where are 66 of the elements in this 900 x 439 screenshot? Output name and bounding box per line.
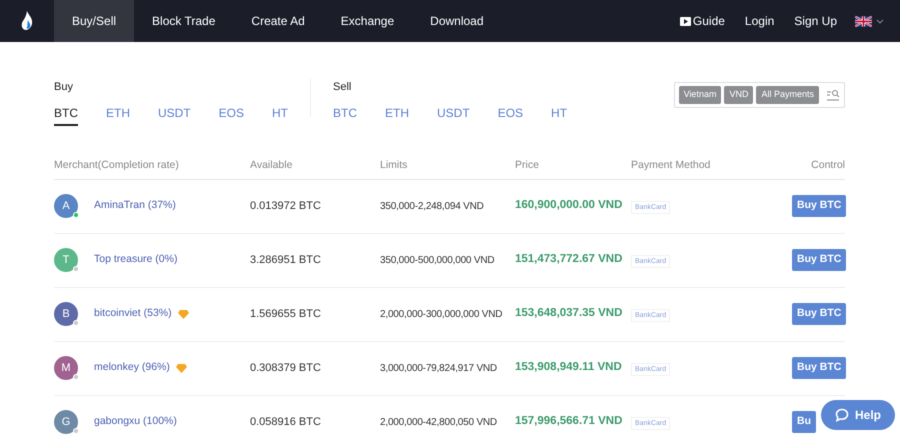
avatar: B <box>54 302 78 326</box>
buy-button[interactable]: Buy BTC <box>792 195 846 217</box>
sell-title: Sell <box>333 80 352 95</box>
flame-logo-icon <box>20 11 34 31</box>
coin-tab[interactable]: HT <box>551 104 568 124</box>
column-header: Payment Method <box>631 159 710 172</box>
nav-link[interactable]: Block Trade <box>134 0 234 42</box>
available-amount: 3.286951 BTC <box>250 254 321 266</box>
price: 151,473,772.67 VND <box>515 253 622 266</box>
guide-link[interactable]: Guide <box>670 0 735 42</box>
limits-range: 3,000,000-79,824,917 VND <box>380 362 497 374</box>
coin-tab[interactable]: BTC <box>54 104 78 126</box>
coin-tab[interactable]: EOS <box>218 104 244 126</box>
available-amount: 0.058916 BTC <box>250 416 321 428</box>
price: 153,648,037.35 VND <box>515 307 622 320</box>
coin-tab[interactable]: ETH <box>106 104 130 126</box>
merchant-link[interactable]: bitcoinviet (53%) <box>94 306 172 322</box>
avatar: G <box>54 410 78 434</box>
column-header: Available <box>250 159 292 172</box>
coin-tab[interactable]: USDT <box>158 104 191 126</box>
buy-button[interactable]: Buy BTC <box>792 303 846 325</box>
nav-link[interactable]: Exchange <box>322 0 412 42</box>
nav-link[interactable]: Buy/Sell <box>54 0 134 42</box>
play-icon <box>680 16 691 26</box>
coin-tab[interactable]: USDT <box>437 104 470 124</box>
nav-link[interactable]: Create Ad <box>233 0 323 42</box>
merchant-link[interactable]: AminaTran (37%) <box>94 198 176 214</box>
limits-range: 350,000-2,248,094 VND <box>380 200 484 212</box>
avatar: M <box>54 356 78 380</box>
limits-range: 2,000,000-300,000,000 VND <box>380 308 502 320</box>
coin-tab[interactable]: ETH <box>385 104 410 124</box>
price: 157,996,566.71 VND <box>515 415 622 428</box>
price: 160,900,000.00 VND <box>515 199 622 212</box>
avatar: A <box>54 194 78 218</box>
column-header: Merchant(Completion rate) <box>54 159 179 172</box>
merchant-link[interactable]: Top treasure (0%) <box>94 252 178 268</box>
price: 153,908,949.11 VND <box>515 361 622 374</box>
buy-button[interactable]: Buy BTC <box>792 249 846 271</box>
coin-tab[interactable]: EOS <box>498 104 524 124</box>
buy-button[interactable]: Bu <box>792 411 816 433</box>
column-header: Price <box>515 159 539 172</box>
merchant-link[interactable]: melonkey (96%) <box>94 360 170 376</box>
available-amount: 0.013972 BTC <box>250 200 321 212</box>
nav-link[interactable]: Download <box>412 0 502 42</box>
merchant-link[interactable]: gabongxu (100%) <box>94 414 177 430</box>
limits-range: 350,000-500,000,000 VND <box>380 254 494 266</box>
nav-link[interactable]: Login <box>734 0 784 42</box>
available-amount: 0.308379 BTC <box>250 362 321 374</box>
filter-chip[interactable]: VND <box>724 86 754 104</box>
flag-icon[interactable] <box>855 16 872 26</box>
avatar: T <box>54 248 78 272</box>
buy-button[interactable]: Buy BTC <box>792 357 846 379</box>
filter-chip[interactable]: Vietnam <box>678 86 722 104</box>
chevron-down-icon[interactable] <box>876 18 884 24</box>
help-button[interactable]: Help <box>820 400 895 430</box>
chat-bubble-icon <box>834 408 849 422</box>
column-header: Control <box>811 159 845 172</box>
coin-tab[interactable]: HT <box>272 104 288 126</box>
filter-chip[interactable]: All Payments <box>756 86 819 104</box>
buy-title: Buy <box>54 80 74 95</box>
column-header: Limits <box>380 159 408 172</box>
limits-range: 2,000,000-42,800,050 VND <box>380 416 497 428</box>
nav-link[interactable]: Sign Up <box>784 0 847 42</box>
available-amount: 1.569655 BTC <box>250 308 321 320</box>
filter-search-icon[interactable] <box>826 88 840 101</box>
coin-tab[interactable]: BTC <box>333 104 358 124</box>
